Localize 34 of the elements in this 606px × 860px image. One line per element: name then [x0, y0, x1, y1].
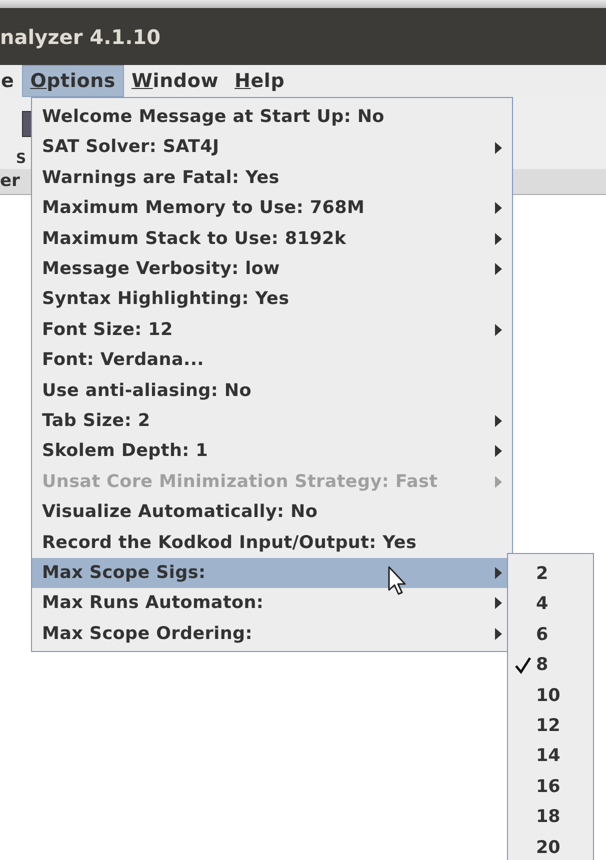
submenu-item[interactable]: 12 — [536, 713, 560, 740]
menu-item[interactable]: SAT Solver: SAT4J — [32, 132, 512, 163]
menu-item[interactable]: Use anti-aliasing: No — [32, 376, 512, 406]
menu-item[interactable]: Warnings are Fatal: Yes — [32, 162, 512, 194]
menu-item[interactable]: Font Size: 12 — [32, 314, 512, 346]
menu-item[interactable]: Max Scope Ordering: — [32, 618, 512, 650]
menu-item[interactable]: Tab Size: 2 — [32, 406, 512, 436]
menu-item[interactable]: Font: Verdana... — [32, 345, 512, 376]
menu-item[interactable]: Message Verbosity: low — [32, 254, 512, 284]
submenu-item[interactable]: 20 — [536, 834, 560, 860]
submenu-item[interactable]: 6 — [536, 622, 548, 648]
menu-item[interactable]: Maximum Memory to Use: 768M — [32, 193, 512, 224]
menu-item[interactable]: Options — [22, 65, 124, 97]
menu-item[interactable]: Skolem Depth: 1 — [32, 436, 512, 467]
menu-item[interactable]: Welcome Message at Start Up: No — [32, 102, 512, 132]
submenu-item[interactable]: 8 — [536, 652, 548, 678]
menu-item[interactable]: Syntax Highlighting: Yes — [32, 284, 512, 315]
menu-item[interactable]: Max Runs Automaton: — [32, 588, 512, 619]
submenu-item[interactable]: 18 — [536, 804, 560, 830]
menu-item[interactable]: Maximum Stack to Use: 8192k — [32, 224, 512, 254]
submenu-item[interactable]: 16 — [536, 774, 560, 800]
menu-item[interactable]: e — [0, 65, 22, 97]
menu-item[interactable]: Help — [226, 65, 293, 97]
menu-item[interactable]: Visualize Automatically: No — [32, 497, 512, 528]
submenu-item[interactable]: 2 — [536, 561, 548, 588]
submenu-item[interactable]: 14 — [536, 743, 560, 770]
toolbar-label: S — [16, 150, 26, 169]
toolbar-icon[interactable] — [22, 111, 32, 137]
menu-item[interactable]: Record the Kodkod Input/Output: Yes — [32, 527, 512, 558]
tab[interactable]: er — [0, 168, 20, 194]
submenu-item[interactable]: 4 — [536, 591, 548, 618]
menu-item[interactable]: Window — [124, 65, 227, 97]
window-title: nalyzer 4.1.10 — [0, 24, 161, 50]
submenu-item[interactable]: 10 — [536, 682, 560, 709]
